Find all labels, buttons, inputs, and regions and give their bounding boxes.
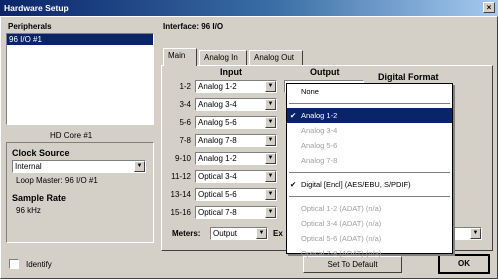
hd-core-label: HD Core #1 [50,131,93,140]
dropdown-item-label: Optical 1-2 (ADAT) (n/a) [301,204,382,213]
chevron-down-icon[interactable]: ▼ [265,135,276,146]
dropdown-item-label: Optical 5-6 (ADAT) (n/a) [301,234,382,243]
input-value: Analog 1-2 [198,82,237,91]
chevron-down-icon[interactable]: ▼ [470,228,481,239]
dropdown-item-label: Analog 3-4 [301,126,338,135]
check-icon: ✔ [290,111,297,120]
meters-value: Output [213,229,238,238]
input-select[interactable]: Analog 5-6 ▼ [195,116,277,129]
tab-analog-out[interactable]: Analog Out [249,50,303,65]
dropdown-item[interactable]: ✔ Analog 1-2 [287,108,452,123]
ext-clock-label: Ex [273,229,283,238]
row-label: 1-2 [179,82,191,91]
row-label: 3-4 [179,100,191,109]
input-select[interactable]: Optical 3-4 ▼ [195,170,277,183]
interface-key: Interface: [163,22,200,31]
peripherals-list[interactable]: 96 I/O #1 [6,33,154,125]
dropdown-item-label: Optical 3-4 (ADAT) (n/a) [301,219,382,228]
window-title: Hardware Setup [4,3,69,13]
input-value: Analog 1-2 [198,154,237,163]
sample-rate-value: 96 kHz [16,206,41,215]
output-dropdown-menu[interactable]: None ✔ Analog 1-2 Analog 3-4 Analog 5-6 A… [286,83,453,258]
chevron-down-icon[interactable]: ▼ [134,161,145,172]
output-header: Output [310,67,340,77]
clock-source-label: Clock Source [12,148,70,158]
dropdown-item: Analog 5-6 [287,138,452,153]
chevron-down-icon[interactable]: ▼ [256,228,267,239]
dropdown-item-label: Analog 5-6 [301,141,338,150]
dropdown-item: Analog 3-4 [287,123,452,138]
row-label: 7-8 [179,136,191,145]
identify-checkbox[interactable] [9,259,19,269]
sample-rate-label: Sample Rate [12,193,67,203]
row-label: 9-10 [174,154,191,163]
menu-separator [289,196,450,197]
dropdown-item: Optical 7-8 (ADAT) (n/a) [287,246,452,261]
input-select[interactable]: Analog 1-2 ▼ [195,80,277,93]
chevron-down-icon[interactable]: ▼ [265,81,276,92]
ext-select[interactable]: ▼ [452,227,482,240]
input-value: Optical 7-8 [198,208,237,217]
close-button[interactable]: × [483,2,495,13]
input-value: Analog 7-8 [198,136,237,145]
dropdown-item-label: Digital [Encl] (AES/EBU, S/PDIF) [301,180,411,189]
chevron-down-icon[interactable]: ▼ [265,99,276,110]
chevron-down-icon[interactable]: ▼ [265,189,276,200]
meters-label: Meters: [172,229,201,238]
check-icon: ✔ [290,180,297,189]
menu-separator [289,172,450,173]
input-value: Optical 3-4 [198,172,237,181]
input-value: Analog 3-4 [198,100,237,109]
dropdown-item: Analog 7-8 [287,153,452,168]
dropdown-item-label: None [301,87,319,96]
input-select[interactable]: Analog 7-8 ▼ [195,134,277,147]
clock-source-select[interactable]: Internal ▼ [12,160,146,173]
loop-master-text: Loop Master: 96 I/O #1 [16,176,98,185]
digital-format-label: Digital Format [378,72,439,82]
chevron-down-icon[interactable]: ▼ [265,117,276,128]
input-value: Analog 5-6 [198,118,237,127]
chevron-down-icon[interactable]: ▼ [265,153,276,164]
peripheral-item[interactable]: 96 I/O #1 [7,34,153,45]
dropdown-item: Optical 1-2 (ADAT) (n/a) [287,201,452,216]
identify-label: Identify [26,260,52,269]
chevron-down-icon[interactable]: ▼ [265,207,276,218]
meters-select[interactable]: Output ▼ [210,227,268,240]
dropdown-item[interactable]: None [287,84,452,99]
dropdown-item: Optical 5-6 (ADAT) (n/a) [287,231,452,246]
tab-main[interactable]: Main [163,48,197,66]
input-select[interactable]: Analog 3-4 ▼ [195,98,277,111]
row-label: 13-14 [170,190,191,199]
peripherals-label: Peripherals [8,22,52,31]
dropdown-item-label: Analog 7-8 [301,156,338,165]
menu-separator [289,103,450,104]
interface-label: Interface: 96 I/O [163,22,223,31]
input-select[interactable]: Optical 7-8 ▼ [195,206,277,219]
dropdown-item[interactable]: ✔ Digital [Encl] (AES/EBU, S/PDIF) [287,177,452,192]
input-value: Optical 5-6 [198,190,237,199]
input-select[interactable]: Optical 5-6 ▼ [195,188,277,201]
row-label: 15-16 [170,208,191,217]
tab-analog-in[interactable]: Analog In [199,50,247,65]
clock-source-value: Internal [15,162,42,171]
interface-value: 96 I/O [201,22,224,31]
chevron-down-icon[interactable]: ▼ [265,171,276,182]
row-label: 5-6 [179,118,191,127]
dropdown-item: Optical 3-4 (ADAT) (n/a) [287,216,452,231]
row-label: 11-12 [171,172,191,181]
input-header: Input [220,67,242,77]
title-bar: Hardware Setup × [0,0,498,16]
dropdown-item-label: Analog 1-2 [301,111,338,120]
dropdown-item-label: Optical 7-8 (ADAT) (n/a) [301,249,382,258]
input-select[interactable]: Analog 1-2 ▼ [195,152,277,165]
